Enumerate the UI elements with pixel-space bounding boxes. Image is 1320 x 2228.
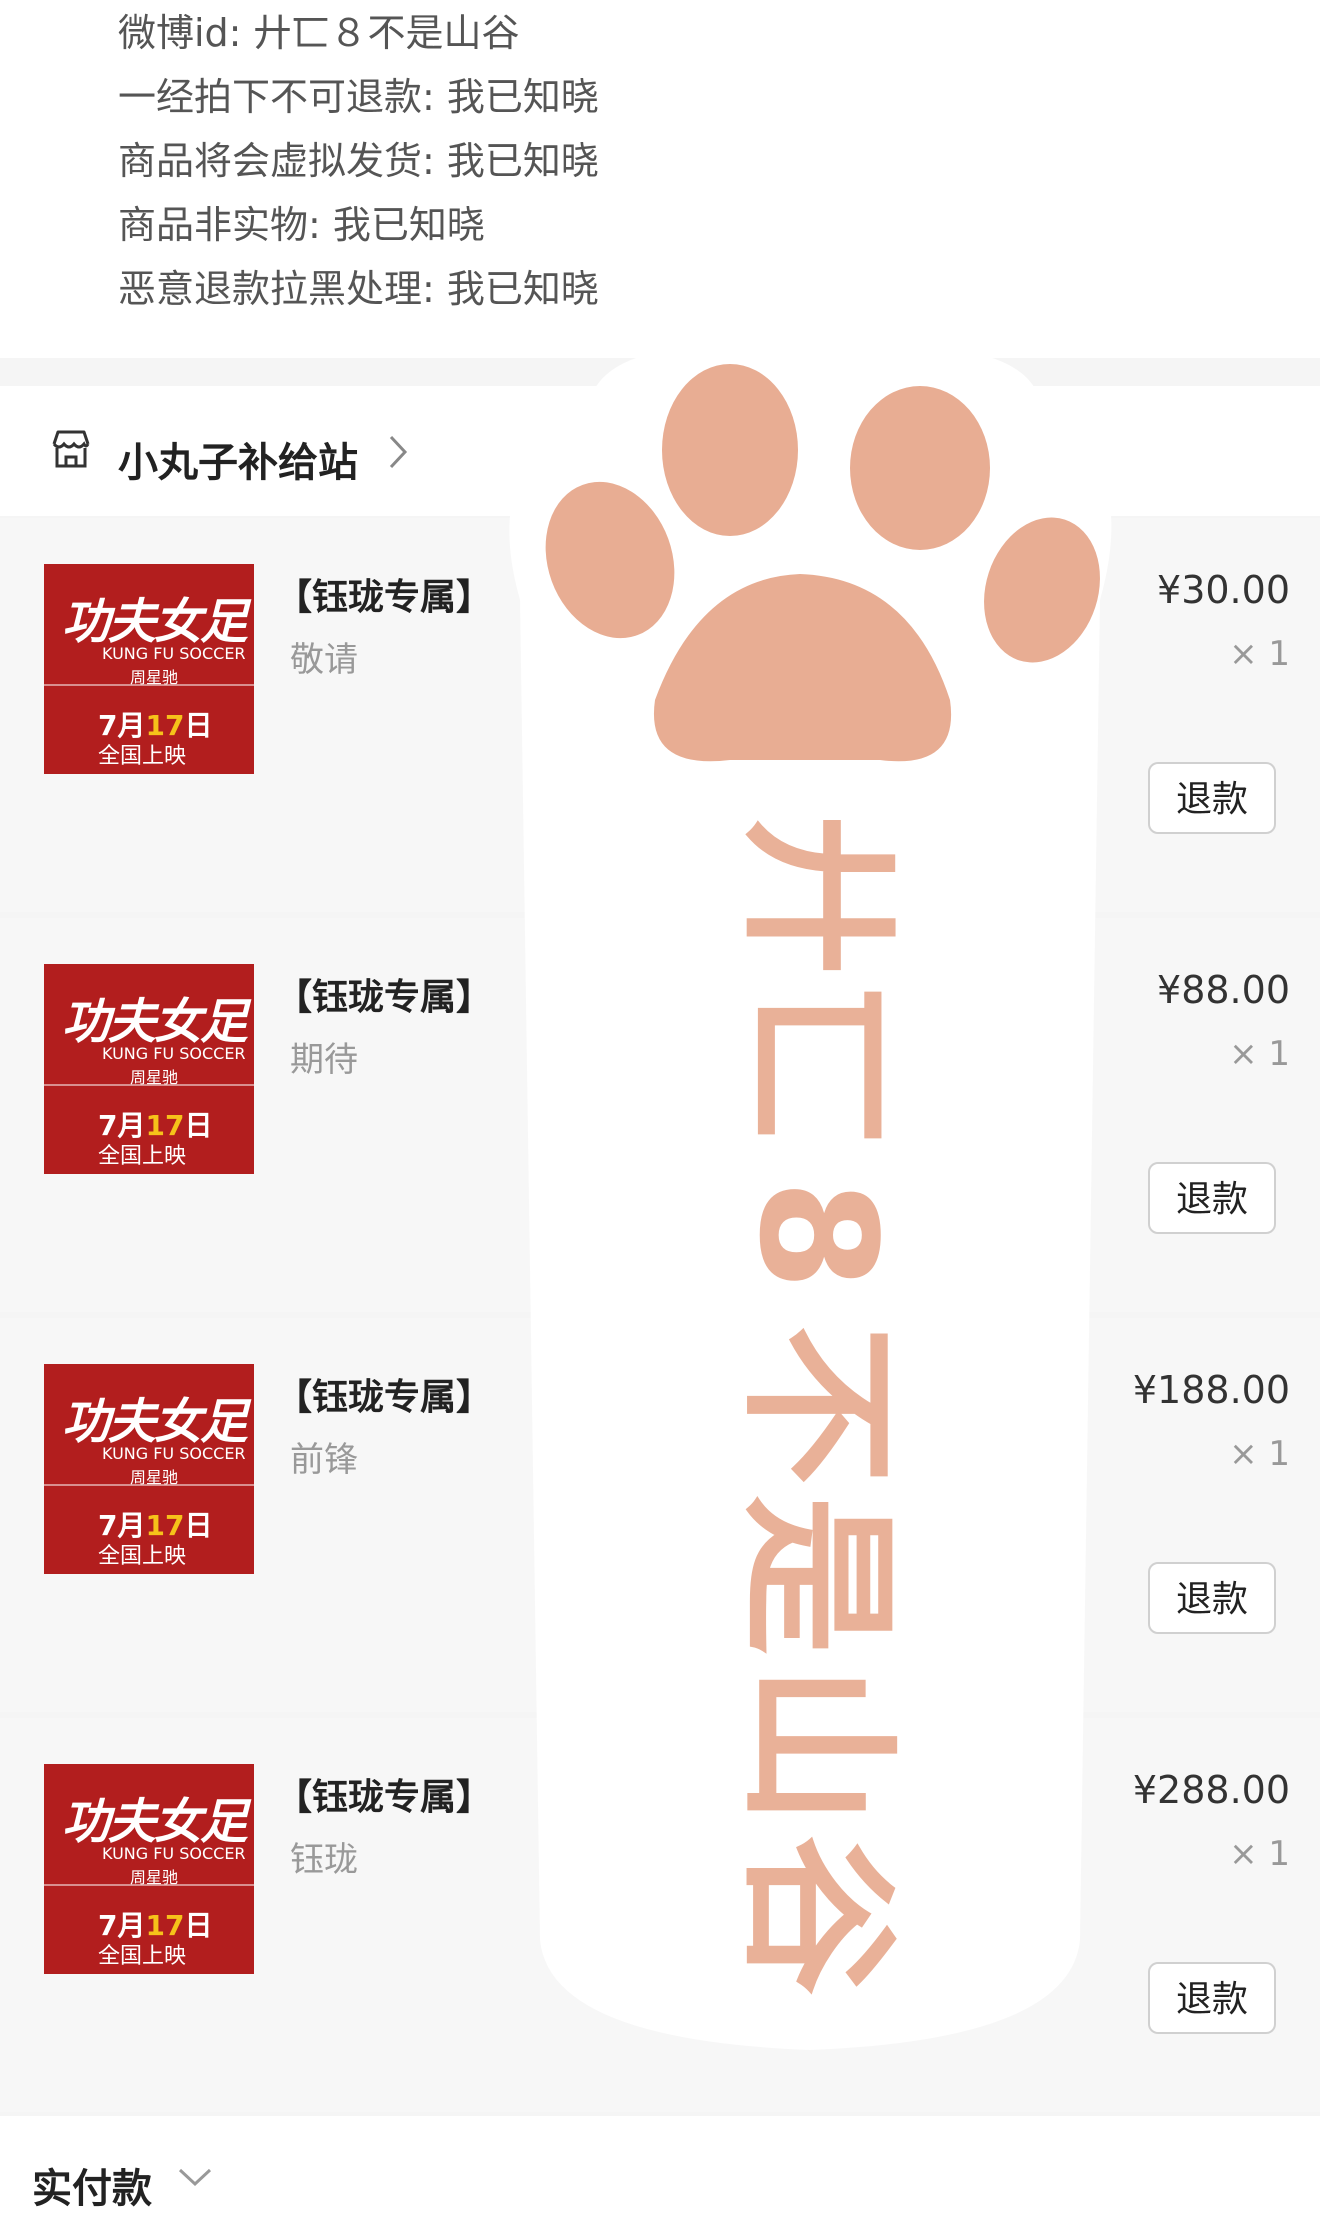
thumb-release: 全国上映	[98, 1144, 187, 1169]
item-price: ¥30.00	[1157, 568, 1290, 612]
refund-button[interactable]: 退款	[1148, 762, 1276, 834]
thumb-subtitle: KUNG FU SOCCER	[102, 644, 246, 663]
order-item: 功夫女足 KUNG FU SOCCER 周星驰 7月17日 全国上映 【钰珑专属…	[0, 1318, 1320, 1712]
thumb-subtitle: KUNG FU SOCCER	[102, 1844, 246, 1863]
note-malicious-refund: 恶意退款拉黑处理: 我已知晓	[118, 267, 599, 311]
thumb-divider	[44, 684, 254, 686]
item-price: ¥88.00	[1157, 968, 1290, 1012]
product-thumbnail[interactable]: 功夫女足 KUNG FU SOCCER 周星驰 7月17日 全国上映	[44, 1364, 254, 1574]
item-spec: 期待	[290, 1040, 358, 1080]
thumb-title: 功夫女足	[62, 594, 248, 650]
product-thumbnail[interactable]: 功夫女足 KUNG FU SOCCER 周星驰 7月17日 全国上映	[44, 964, 254, 1174]
item-title[interactable]: 【钰珑专属】	[276, 1368, 492, 1420]
note-virtual-delivery: 商品将会虚拟发货: 我已知晓	[118, 139, 599, 183]
actual-payment-label: 实付款	[32, 2166, 152, 2212]
item-quantity: × 1	[1229, 634, 1290, 674]
thumb-subtitle: KUNG FU SOCCER	[102, 1444, 246, 1463]
item-price: ¥288.00	[1132, 1768, 1290, 1812]
order-item: 功夫女足 KUNG FU SOCCER 周星驰 7月17日 全国上映 【钰珑专属…	[0, 1718, 1320, 2112]
thumb-subtitle: KUNG FU SOCCER	[102, 1044, 246, 1063]
item-spec: 敬请	[290, 640, 358, 680]
thumb-release: 全国上映	[98, 744, 187, 769]
shop-header[interactable]: 小丸子补给站	[0, 386, 1320, 516]
item-price: ¥188.00	[1132, 1368, 1290, 1412]
thumb-title: 功夫女足	[62, 994, 248, 1050]
refund-button[interactable]: 退款	[1148, 1962, 1276, 2034]
payment-footer[interactable]: 实付款	[0, 2116, 1320, 2228]
item-quantity: × 1	[1229, 1034, 1290, 1074]
refund-button[interactable]: 退款	[1148, 1162, 1276, 1234]
item-quantity: × 1	[1229, 1834, 1290, 1874]
thumb-divider	[44, 1484, 254, 1486]
item-quantity: × 1	[1229, 1434, 1290, 1474]
note-no-refund: 一经拍下不可退款: 我已知晓	[118, 75, 599, 119]
thumb-title: 功夫女足	[62, 1794, 248, 1850]
note-weibo-id: 微博id: 廾匸８不是山谷	[118, 11, 520, 55]
product-thumbnail[interactable]: 功夫女足 KUNG FU SOCCER 周星驰 7月17日 全国上映	[44, 564, 254, 774]
item-title[interactable]: 【钰珑专属】	[276, 1768, 492, 1820]
thumb-release: 全国上映	[98, 1544, 187, 1569]
order-notes: 微博id: 廾匸８不是山谷 一经拍下不可退款: 我已知晓 商品将会虚拟发货: 我…	[0, 0, 1320, 358]
order-item: 功夫女足 KUNG FU SOCCER 周星驰 7月17日 全国上映 【钰珑专属…	[0, 918, 1320, 1312]
item-title[interactable]: 【钰珑专属】	[276, 568, 492, 620]
product-thumbnail[interactable]: 功夫女足 KUNG FU SOCCER 周星驰 7月17日 全国上映	[44, 1764, 254, 1974]
chevron-down-icon	[178, 2168, 212, 2187]
chevron-right-icon	[389, 435, 408, 469]
shop-name: 小丸子补给站	[118, 440, 358, 486]
item-title[interactable]: 【钰珑专属】	[276, 968, 492, 1020]
thumb-release: 全国上映	[98, 1944, 187, 1969]
item-spec: 前锋	[290, 1440, 358, 1480]
thumb-title: 功夫女足	[62, 1394, 248, 1450]
refund-button[interactable]: 退款	[1148, 1562, 1276, 1634]
note-non-physical: 商品非实物: 我已知晓	[118, 203, 485, 247]
order-item: 功夫女足 KUNG FU SOCCER 周星驰 7月17日 全国上映 【钰珑专属…	[0, 518, 1320, 912]
thumb-divider	[44, 1884, 254, 1886]
thumb-divider	[44, 1084, 254, 1086]
item-spec: 钰珑	[290, 1840, 358, 1880]
store-icon	[52, 430, 90, 468]
